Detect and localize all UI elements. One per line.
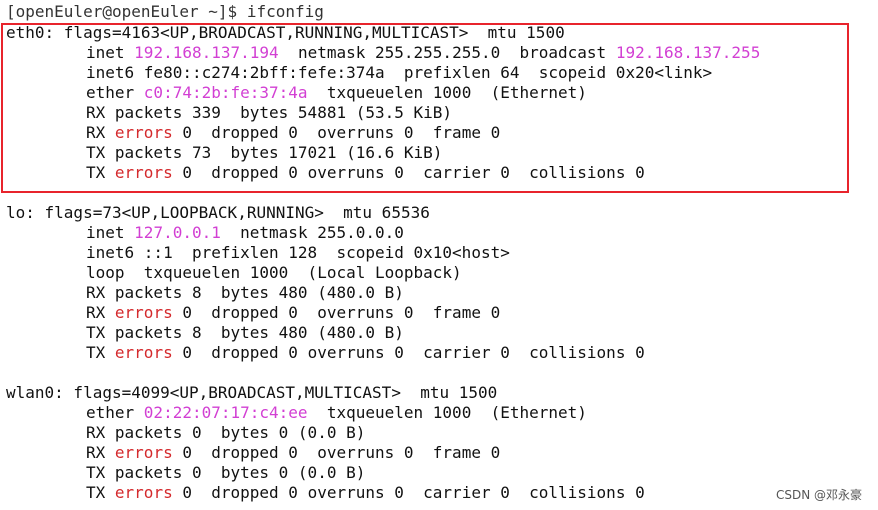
wlan0-rx-err-prefix: RX <box>86 443 115 462</box>
lo-rx-errors-word: errors <box>114 303 173 322</box>
lo-inet-label: inet <box>86 223 135 242</box>
terminal-window[interactable]: [openEuler@openEuler ~]$ ifconfig eth0: … <box>0 0 878 510</box>
wlan0-tx-errors-word: errors <box>114 483 173 502</box>
lo-inet-line: inet 127.0.0.1 netmask 255.0.0.0 <box>86 223 404 243</box>
wlan0-ether-rest: txqueuelen 1000 (Ethernet) <box>307 403 587 422</box>
lo-rx-err-rest: 0 dropped 0 overruns 0 frame 0 <box>172 303 501 322</box>
lo-tx-errors-line: TX errors 0 dropped 0 overruns 0 carrier… <box>86 343 645 363</box>
wlan0-tx-packets-line: TX packets 0 bytes 0 (0.0 B) <box>86 463 366 482</box>
wlan0-tx-err-rest: 0 dropped 0 overruns 0 carrier 0 collisi… <box>172 483 645 502</box>
lo-tx-packets-line: TX packets 8 bytes 480 (480.0 B) <box>86 323 404 342</box>
lo-rx-packets-line: RX packets 8 bytes 480 (480.0 B) <box>86 283 404 302</box>
lo-inet-ip: 127.0.0.1 <box>134 223 221 242</box>
eth0-highlight-box <box>1 23 849 193</box>
wlan0-tx-errors-line: TX errors 0 dropped 0 overruns 0 carrier… <box>86 483 645 503</box>
lo-netmask-text: netmask 255.0.0.0 <box>220 223 404 242</box>
lo-loop-line: loop txqueuelen 1000 (Local Loopback) <box>86 263 462 282</box>
lo-tx-err-prefix: TX <box>86 343 115 362</box>
lo-rx-err-prefix: RX <box>86 303 115 322</box>
lo-tx-err-rest: 0 dropped 0 overruns 0 carrier 0 collisi… <box>172 343 645 362</box>
wlan0-rx-errors-word: errors <box>114 443 173 462</box>
lo-header: lo: flags=73<UP,LOOPBACK,RUNNING> mtu 65… <box>6 203 430 222</box>
lo-tx-errors-word: errors <box>114 343 173 362</box>
wlan0-rx-err-rest: 0 dropped 0 overruns 0 frame 0 <box>172 443 501 462</box>
wlan0-rx-errors-line: RX errors 0 dropped 0 overruns 0 frame 0 <box>86 443 500 463</box>
wlan0-mac-address: 02:22:07:17:c4:ee <box>143 403 308 422</box>
wlan0-header: wlan0: flags=4099<UP,BROADCAST,MULTICAST… <box>6 383 498 402</box>
lo-rx-errors-line: RX errors 0 dropped 0 overruns 0 frame 0 <box>86 303 500 323</box>
wlan0-rx-packets-line: RX packets 0 bytes 0 (0.0 B) <box>86 423 366 442</box>
wlan0-ether-label: ether <box>86 403 144 422</box>
wlan0-ether-line: ether 02:22:07:17:c4:ee txqueuelen 1000 … <box>86 403 587 423</box>
lo-inet6-line: inet6 ::1 prefixlen 128 scopeid 0x10<hos… <box>86 243 510 262</box>
csdn-watermark: CSDN @邓永豪 <box>775 488 862 502</box>
wlan0-tx-err-prefix: TX <box>86 483 115 502</box>
command-prompt-line: [openEuler@openEuler ~]$ ifconfig <box>6 2 324 21</box>
